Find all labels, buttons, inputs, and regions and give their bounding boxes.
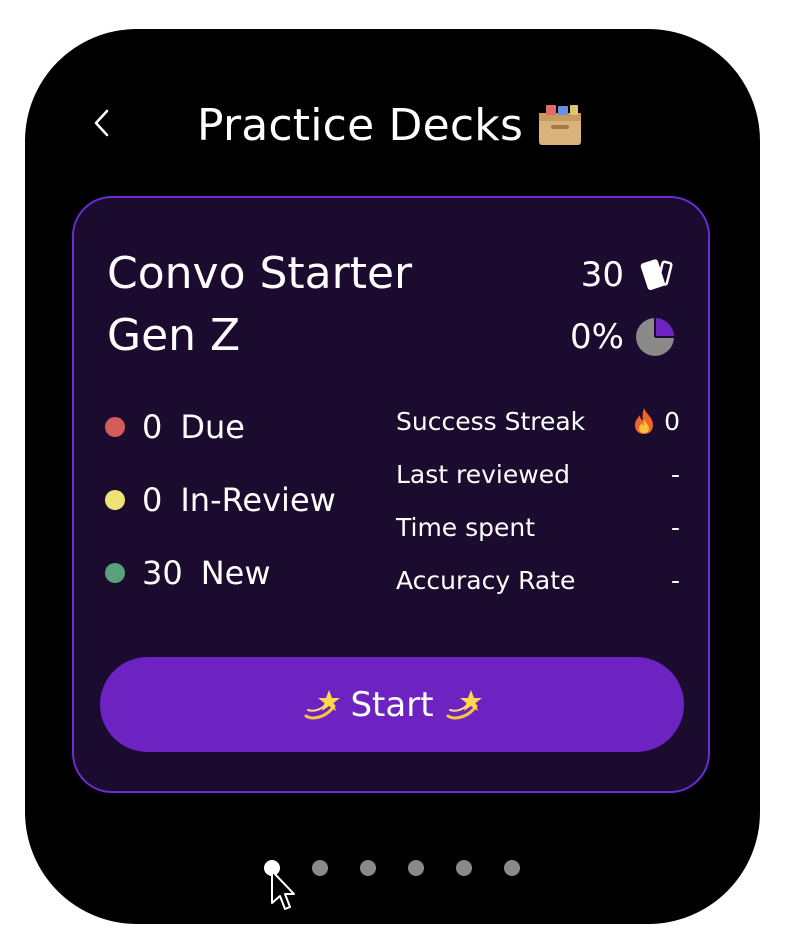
last-reviewed-value: - [670, 459, 680, 489]
new-count: 30 [142, 554, 183, 592]
dizzy-star-icon [446, 689, 482, 719]
detail-success-streak: Success Streak 0 [396, 404, 680, 438]
stat-new: 30 New [105, 553, 271, 593]
deck-name-line2: Gen Z [107, 310, 241, 361]
detail-time-spent: Time spent - [396, 510, 680, 544]
card-box-icon [537, 103, 583, 147]
start-label: Start [350, 684, 434, 725]
cards-icon [640, 259, 673, 290]
header: Practice Decks [25, 29, 760, 219]
new-label: New [200, 554, 271, 592]
time-spent-value: - [670, 512, 680, 542]
time-spent-label: Time spent [396, 512, 536, 542]
success-streak-value: 0 [664, 406, 680, 436]
in-review-count: 0 [142, 481, 163, 519]
page-title: Practice Decks [197, 99, 524, 151]
watch-screen: Practice Decks Convo Starter Gen Z 30 0%… [25, 29, 760, 924]
page-dot-4[interactable] [408, 860, 424, 876]
pie-chart-icon [636, 318, 674, 356]
page-dot-2[interactable] [312, 860, 328, 876]
card-count-value: 30 [580, 255, 624, 295]
mouse-cursor-icon [271, 870, 295, 910]
last-reviewed-label: Last reviewed [396, 459, 570, 489]
in-review-dot [105, 490, 125, 510]
success-streak-value-group: 0 [632, 407, 680, 436]
new-dot [105, 563, 125, 583]
start-button[interactable]: Start [100, 657, 684, 752]
fire-icon [635, 408, 654, 434]
dizzy-star-icon [304, 689, 341, 719]
page-title-container: Practice Decks [197, 95, 583, 155]
page-indicator [264, 860, 520, 876]
accuracy-rate-label: Accuracy Rate [396, 565, 576, 595]
back-button[interactable] [85, 103, 125, 143]
progress-value: 0% [570, 317, 624, 357]
due-label: Due [180, 408, 245, 446]
page-dot-5[interactable] [456, 860, 472, 876]
deck-name-line1: Convo Starter [107, 248, 413, 299]
stat-in-review: 0 In-Review [105, 480, 336, 520]
due-dot [105, 417, 125, 437]
due-count: 0 [142, 408, 163, 446]
detail-last-reviewed: Last reviewed - [396, 457, 680, 491]
success-streak-label: Success Streak [396, 406, 586, 436]
page-dot-3[interactable] [360, 860, 376, 876]
accuracy-rate-value: - [670, 565, 680, 595]
page-dot-6[interactable] [504, 860, 520, 876]
card-count: 30 [581, 254, 676, 296]
deck-progress: 0% [570, 316, 676, 358]
stat-due: 0 Due [105, 407, 245, 447]
chevron-left-icon [94, 109, 109, 137]
in-review-label: In-Review [180, 481, 336, 519]
deck-card[interactable]: Convo Starter Gen Z 30 0% 0 Due 0 In-Rev… [72, 196, 710, 793]
detail-accuracy-rate: Accuracy Rate - [396, 563, 680, 597]
